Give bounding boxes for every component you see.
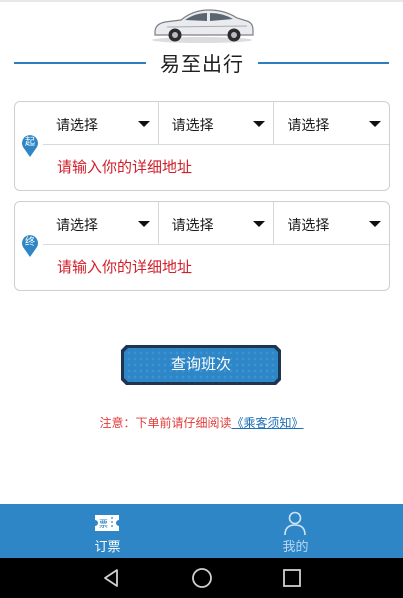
card-divider [43,144,389,145]
svg-text:票: 票 [99,519,108,530]
tab-mine[interactable]: 我的 [195,504,396,558]
end-region-selects: 请选择 请选择 请选择 [43,202,389,244]
tab-booking[interactable]: 票 订票 [7,504,208,558]
notice-text: 注意：下单前请仔细阅读 [99,416,232,430]
start-province-select[interactable]: 请选择 [43,102,159,144]
start-region-selects: 请选择 请选择 请选择 [43,102,389,144]
page-header: 易至出行 [0,46,403,78]
car-icon [152,9,254,43]
title-right-rule [258,62,389,64]
passenger-notice: 注意：下单前请仔细阅读《乘客须知》 [0,414,403,431]
select-value: 请选择 [56,118,98,134]
person-icon [284,511,306,536]
map-pin-icon: 终 [21,234,39,258]
start-address-card: 请选择 请选择 请选择 起 请输入你的详细地址 [14,101,390,191]
ticket-icon: 票 [95,515,119,531]
end-address-card: 请选择 请选择 请选择 终 请输入你的详细地址 [14,201,390,291]
query-schedule-button[interactable]: 查询班次 [120,344,282,386]
app-title: 易至出行 [160,52,244,76]
end-address-input[interactable]: 请输入你的详细地址 [57,255,377,279]
end-city-select[interactable]: 请选择 [159,202,275,244]
end-province-select[interactable]: 请选择 [43,202,159,244]
select-value: 请选择 [171,218,214,234]
chevron-down-icon [253,121,266,127]
chevron-down-icon [137,221,150,227]
start-district-select[interactable]: 请选择 [274,102,389,144]
chevron-down-icon [253,221,266,227]
end-district-select[interactable]: 请选择 [274,202,389,244]
start-address-input[interactable]: 请输入你的详细地址 [57,155,377,179]
bottom-tab-bar: 票 订票 我的 [0,504,403,558]
tab-booking-label: 订票 [94,540,121,555]
start-marker-label: 起 [25,137,35,148]
end-marker-label: 终 [25,237,35,248]
card-divider [43,244,389,245]
select-value: 请选择 [287,118,330,134]
chevron-down-icon [137,121,150,127]
home-icon[interactable] [190,566,214,590]
select-value: 请选择 [287,218,330,234]
back-icon[interactable] [99,566,123,590]
system-nav-bar [0,558,403,598]
select-value: 请选择 [56,218,98,234]
passenger-terms-link[interactable]: 《乘客须知》 [232,416,304,430]
recents-icon[interactable] [280,566,304,590]
map-pin-icon: 起 [21,134,39,158]
chevron-down-icon [369,221,382,227]
query-button-label: 查询班次 [170,355,231,373]
title-left-rule [14,62,146,64]
start-city-select[interactable]: 请选择 [159,102,275,144]
select-value: 请选择 [171,118,214,134]
tab-mine-label: 我的 [282,540,309,555]
top-divider [0,0,403,2]
chevron-down-icon [369,121,382,127]
